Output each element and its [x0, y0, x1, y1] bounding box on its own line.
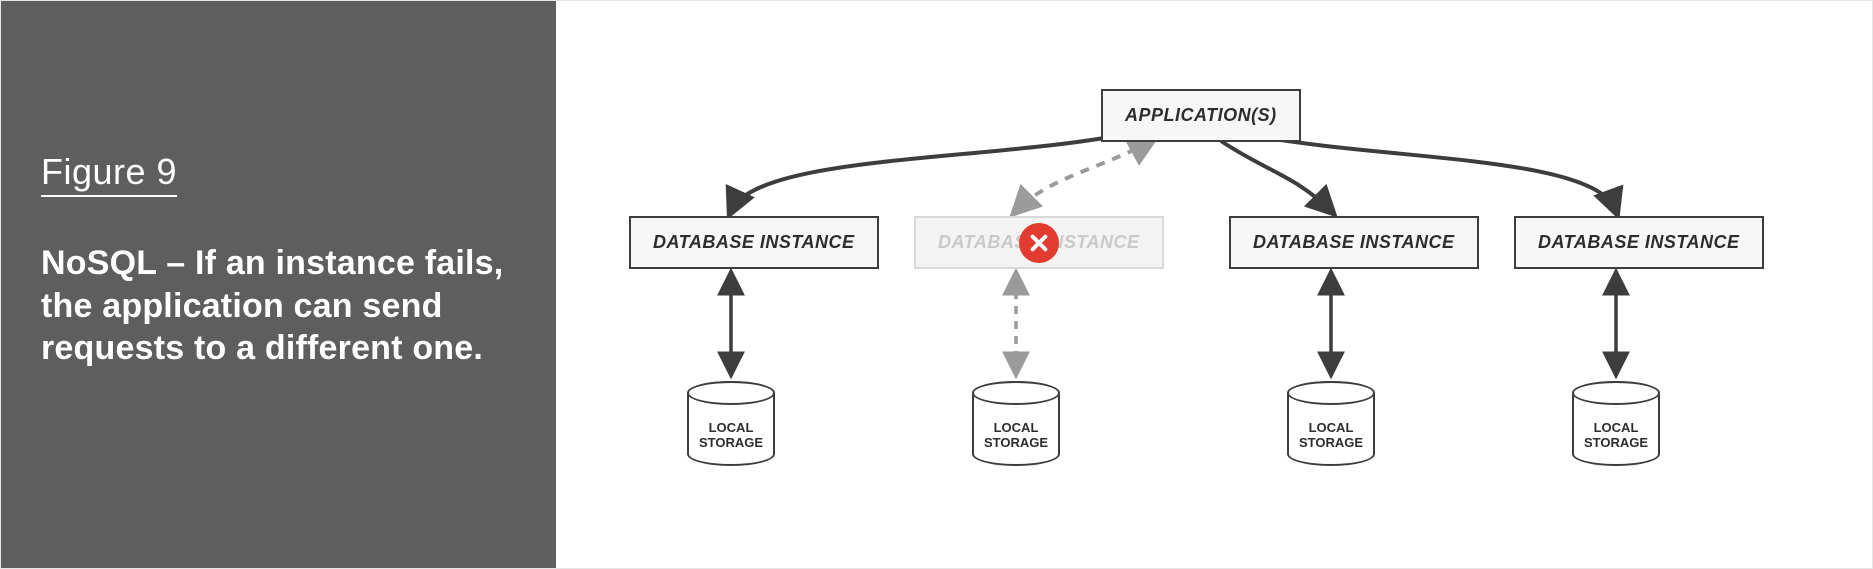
storage-label-line2: STORAGE [1584, 435, 1648, 450]
storage-2: LOCAL STORAGE [972, 381, 1060, 466]
figure-caption: NoSQL – If an instance fails, the applic… [41, 242, 516, 370]
storage-label-line1: LOCAL [1594, 420, 1639, 435]
figure-label: Figure 9 [41, 151, 177, 197]
storage-2-label: LOCAL STORAGE [972, 421, 1060, 451]
storage-label-line2: STORAGE [984, 435, 1048, 450]
storage-label-line1: LOCAL [1309, 420, 1354, 435]
storage-label-line2: STORAGE [1299, 435, 1363, 450]
storage-4-label: LOCAL STORAGE [1572, 421, 1660, 451]
storage-label-line1: LOCAL [994, 420, 1039, 435]
storage-1-label: LOCAL STORAGE [687, 421, 775, 451]
storage-4: LOCAL STORAGE [1572, 381, 1660, 466]
db-instance-1: DATABASE INSTANCE [629, 216, 879, 269]
application-node: APPLICATION(S) [1101, 89, 1301, 142]
caption-panel: Figure 9 NoSQL – If an instance fails, t… [1, 1, 556, 568]
figure-frame: Figure 9 NoSQL – If an instance fails, t… [0, 0, 1873, 569]
connectors [556, 1, 1872, 568]
storage-3-label: LOCAL STORAGE [1287, 421, 1375, 451]
db-instance-4: DATABASE INSTANCE [1514, 216, 1764, 269]
db-instance-2-failed: DATABASE INSTANCE [914, 216, 1164, 269]
diagram-panel: APPLICATION(S) DATABASE INSTANCE DATABAS… [556, 1, 1872, 568]
fail-icon [1019, 223, 1059, 263]
db-instance-3: DATABASE INSTANCE [1229, 216, 1479, 269]
storage-1: LOCAL STORAGE [687, 381, 775, 466]
storage-3: LOCAL STORAGE [1287, 381, 1375, 466]
storage-label-line1: LOCAL [709, 420, 754, 435]
storage-label-line2: STORAGE [699, 435, 763, 450]
